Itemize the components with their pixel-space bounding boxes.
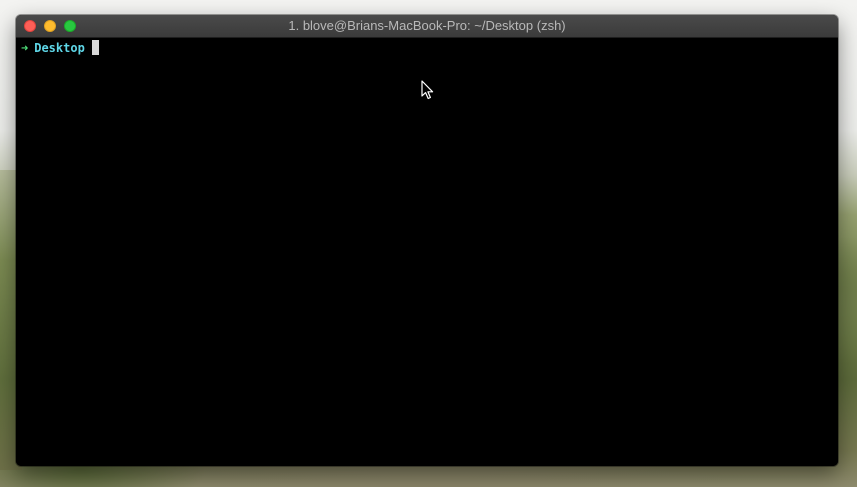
window-title: 1. blove@Brians-MacBook-Pro: ~/Desktop (…: [288, 18, 566, 33]
arrow-pointer-icon: [421, 80, 434, 100]
prompt-arrow-icon: ➜: [21, 41, 29, 55]
text-cursor: [91, 40, 99, 55]
prompt-line: ➜ Desktop: [21, 40, 99, 56]
current-directory: Desktop: [34, 41, 85, 55]
terminal-content[interactable]: ➜ Desktop: [16, 38, 838, 466]
title-bar[interactable]: 1. blove@Brians-MacBook-Pro: ~/Desktop (…: [16, 15, 838, 38]
